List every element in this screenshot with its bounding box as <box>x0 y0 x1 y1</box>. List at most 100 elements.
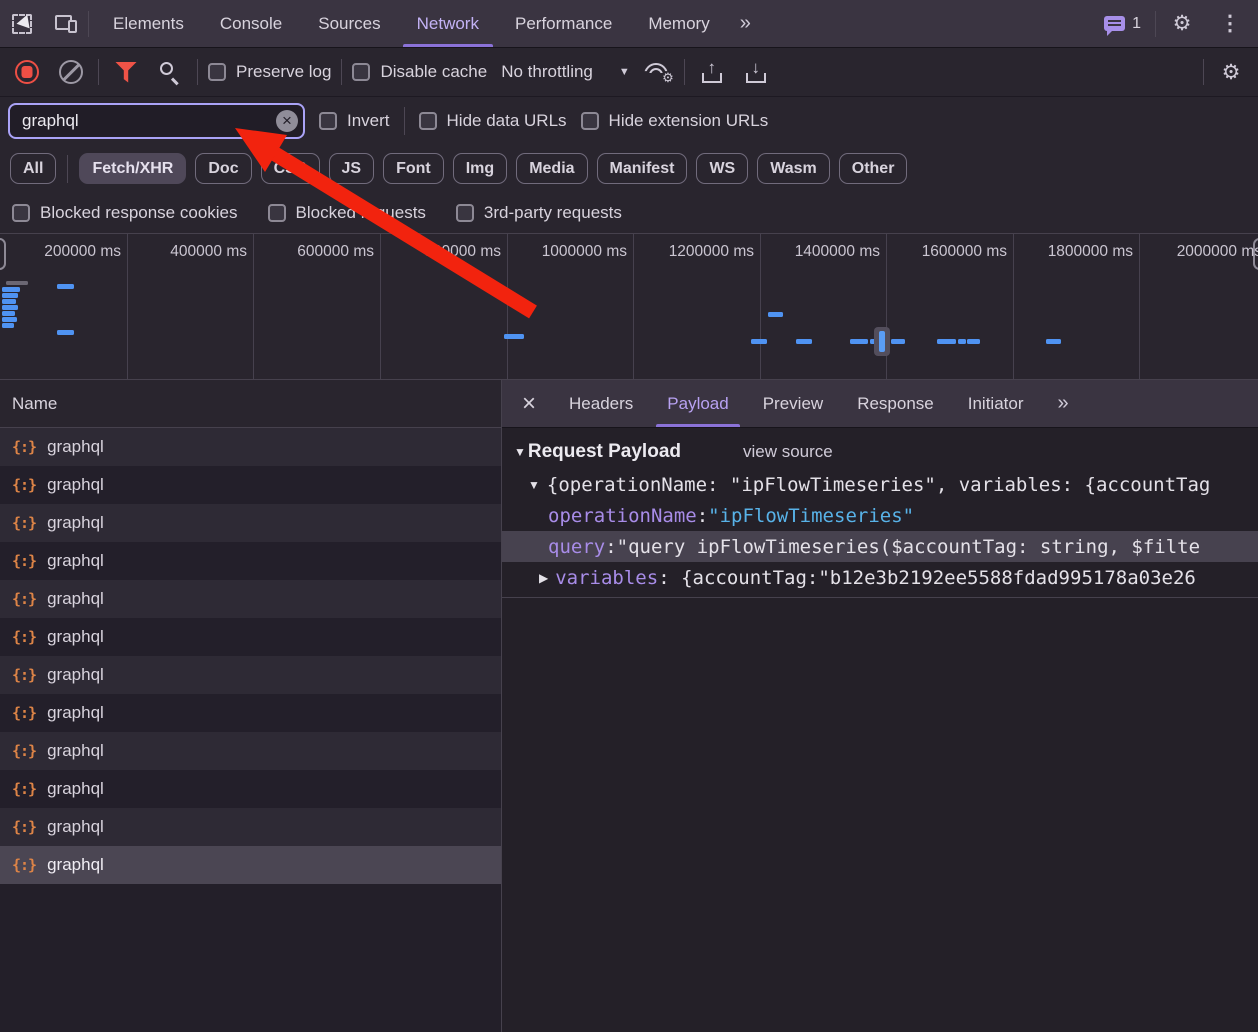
chip-doc[interactable]: Doc <box>195 153 251 184</box>
preserve-log-checkbox[interactable] <box>208 63 226 81</box>
preserve-log-checkbox-item[interactable]: Preserve log <box>208 62 331 82</box>
network-overview-timeline[interactable]: 200000 ms400000 ms600000 ms800000 ms1000… <box>0 234 1258 380</box>
details-tab-payload[interactable]: Payload <box>650 380 745 427</box>
waterfall-bar <box>504 334 524 339</box>
chip-all[interactable]: All <box>10 153 56 184</box>
requests-panel: Name {:}graphql{:}graphql{:}graphql{:}gr… <box>0 380 502 1032</box>
panel-tabs: ElementsConsoleSourcesNetworkPerformance… <box>95 0 728 47</box>
request-name: graphql <box>47 627 104 647</box>
network-settings-button[interactable]: ⚙ <box>1214 55 1248 89</box>
payload-segment-plain: : <box>697 505 708 527</box>
disable-cache-checkbox-item[interactable]: Disable cache <box>352 62 487 82</box>
timeline-gridline <box>1139 234 1140 379</box>
tab-network[interactable]: Network <box>399 0 497 47</box>
details-tab-headers[interactable]: Headers <box>552 380 650 427</box>
chip-manifest[interactable]: Manifest <box>597 153 688 184</box>
record-icon <box>15 60 39 84</box>
devtools-tabbar: ElementsConsoleSourcesNetworkPerformance… <box>0 0 1258 48</box>
customize-menu-button[interactable]: ⋮ <box>1208 13 1252 34</box>
payload-line[interactable]: ▶variables: {accountTag: "b12e3b2192ee55… <box>502 562 1258 593</box>
request-row[interactable]: {:}graphql <box>0 504 501 542</box>
import-har-button[interactable]: ↑ <box>695 55 729 89</box>
caret-right-icon[interactable]: ▶ <box>539 571 548 585</box>
request-row[interactable]: {:}graphql <box>0 808 501 846</box>
hide-extension-urls-checkbox[interactable] <box>581 112 599 130</box>
caret-down-icon[interactable]: ▼ <box>528 478 540 492</box>
payload-line[interactable]: operationName: "ipFlowTimeseries" <box>502 500 1258 531</box>
checkbox[interactable] <box>268 204 286 222</box>
search-button[interactable] <box>153 55 187 89</box>
chip-fetch-xhr[interactable]: Fetch/XHR <box>79 153 186 184</box>
request-payload-section-header[interactable]: ▼ Request Payload view source <box>502 428 1258 469</box>
clear-network-log-button[interactable] <box>54 55 88 89</box>
hide-data-urls-checkbox-item[interactable]: Hide data URLs <box>419 111 567 131</box>
payload-line[interactable]: query: "query ipFlowTimeseries($accountT… <box>502 531 1258 562</box>
invert-checkbox[interactable] <box>319 112 337 130</box>
issues-button[interactable]: 1 <box>1094 15 1151 33</box>
inspect-element-button[interactable] <box>0 0 44 47</box>
network-conditions-button[interactable]: ⚙ <box>640 55 674 89</box>
filter-option-3rd-party-requests[interactable]: 3rd-party requests <box>456 203 622 223</box>
clear-filter-icon[interactable]: × <box>276 110 298 132</box>
more-panels-chevron-icon[interactable]: » <box>728 0 763 47</box>
request-row[interactable]: {:}graphql <box>0 466 501 504</box>
chip-wasm[interactable]: Wasm <box>757 153 830 184</box>
divider <box>197 59 198 85</box>
request-row[interactable]: {:}graphql <box>0 770 501 808</box>
checkbox[interactable] <box>456 204 474 222</box>
request-row[interactable]: {:}graphql <box>0 694 501 732</box>
filter-toggle-button[interactable] <box>109 55 143 89</box>
chip-img[interactable]: Img <box>453 153 507 184</box>
payload-segment-plain: "query ipFlowTimeseries($accountTag: str… <box>617 536 1200 558</box>
name-column-header[interactable]: Name <box>0 380 501 428</box>
request-row[interactable]: {:}graphql <box>0 428 501 466</box>
close-details-button[interactable]: × <box>502 380 552 427</box>
overview-right-handle[interactable] <box>1253 238 1258 270</box>
waterfall-bar <box>891 339 905 344</box>
tab-memory[interactable]: Memory <box>630 0 727 47</box>
details-tab-initiator[interactable]: Initiator <box>951 380 1041 427</box>
disable-cache-checkbox[interactable] <box>352 63 370 81</box>
chip-js[interactable]: JS <box>329 153 375 184</box>
request-row[interactable]: {:}graphql <box>0 732 501 770</box>
details-tab-response[interactable]: Response <box>840 380 951 427</box>
device-toolbar-button[interactable] <box>44 0 88 47</box>
request-row[interactable]: {:}graphql <box>0 542 501 580</box>
tab-elements[interactable]: Elements <box>95 0 202 47</box>
chip-media[interactable]: Media <box>516 153 587 184</box>
tab-console[interactable]: Console <box>202 0 300 47</box>
filter-input[interactable] <box>10 111 303 131</box>
more-tabs-chevron-icon[interactable]: » <box>1041 380 1086 427</box>
hide-data-urls-checkbox[interactable] <box>419 112 437 130</box>
settings-button[interactable]: ⚙ <box>1160 13 1204 34</box>
chip-ws[interactable]: WS <box>696 153 748 184</box>
record-network-log-button[interactable] <box>10 55 44 89</box>
timeline-tick-label: 1200000 ms <box>454 243 754 261</box>
download-icon: ↓ <box>746 61 766 83</box>
request-row[interactable]: {:}graphql <box>0 580 501 618</box>
request-row[interactable]: {:}graphql <box>0 846 501 884</box>
hide-extension-urls-checkbox-item[interactable]: Hide extension URLs <box>581 111 769 131</box>
invert-checkbox-item[interactable]: Invert <box>319 111 390 131</box>
overview-left-handle[interactable] <box>0 238 6 270</box>
request-row[interactable]: {:}graphql <box>0 656 501 694</box>
name-column-label: Name <box>12 394 57 414</box>
chip-other[interactable]: Other <box>839 153 908 184</box>
view-source-link[interactable]: view source <box>743 442 833 462</box>
filter-option-blocked-requests[interactable]: Blocked requests <box>268 203 426 223</box>
export-har-button[interactable]: ↓ <box>739 55 773 89</box>
gear-icon: ⚙ <box>1173 13 1192 34</box>
details-tab-preview[interactable]: Preview <box>746 380 840 427</box>
throttling-dropdown[interactable]: No throttling ▼ <box>501 62 630 82</box>
chip-font[interactable]: Font <box>383 153 444 184</box>
request-row[interactable]: {:}graphql <box>0 618 501 656</box>
chip-css[interactable]: CSS <box>261 153 320 184</box>
tab-performance[interactable]: Performance <box>497 0 630 47</box>
filter-option-blocked-response-cookies[interactable]: Blocked response cookies <box>12 203 238 223</box>
waterfall-bar <box>2 323 14 328</box>
waterfall-bar <box>850 339 868 344</box>
payload-line[interactable]: ▼{operationName: "ipFlowTimeseries", var… <box>502 469 1258 500</box>
tab-sources[interactable]: Sources <box>300 0 398 47</box>
payload-tree: ▼{operationName: "ipFlowTimeseries", var… <box>502 469 1258 598</box>
checkbox[interactable] <box>12 204 30 222</box>
